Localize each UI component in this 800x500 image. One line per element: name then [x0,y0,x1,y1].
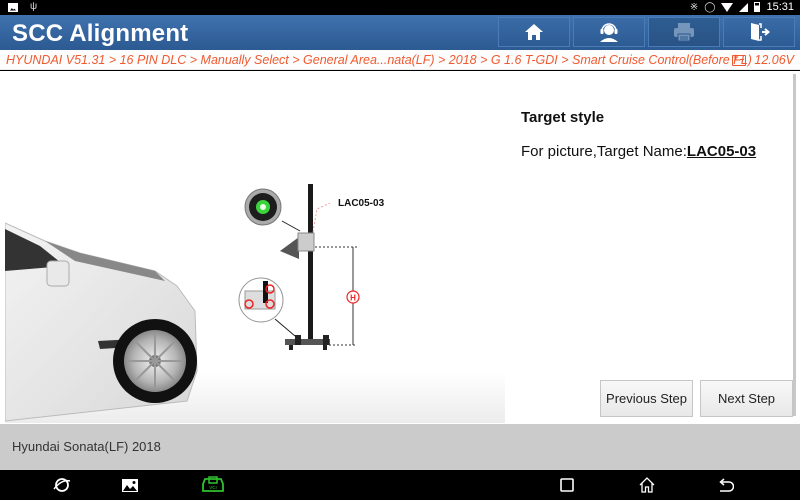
breadcrumb: HYUNDAI V51.31 > 16 PIN DLC > Manually S… [6,53,752,67]
target-style-heading: Target style [521,109,605,126]
print-button[interactable] [648,17,720,47]
vehicle-info: Hyundai Sonata(LF) 2018 [12,439,161,454]
target-name-prefix: For picture,Target Name: [521,143,687,160]
scrollbar[interactable] [793,74,796,416]
home-nav-icon[interactable] [637,476,657,494]
bluetooth-icon: ※ [689,1,699,13]
navigation-bar: VCI [0,470,800,500]
previous-step-button[interactable]: Previous Step [600,380,693,417]
alignment-illustration: H LAC05-03 [4,71,505,423]
support-button[interactable] [573,17,645,47]
vibrate-icon: ◯ [704,1,716,13]
main-content: H LAC05-03 Target style For picture,Targ… [0,71,800,424]
height-marker-label: H [350,294,356,303]
breadcrumb-bar: HYUNDAI V51.31 > 16 PIN DLC > Manually S… [0,50,800,70]
headset-icon [600,23,618,42]
vehicle-info-bar: Hyundai Sonata(LF) 2018 [0,424,800,470]
next-step-button[interactable]: Next Step [700,380,793,417]
battery-voltage-icon [732,52,747,66]
clock: 15:31 [766,1,794,13]
target-name-line: For picture,Target Name:LAC05-03 [521,143,756,160]
gallery-icon[interactable] [120,476,140,494]
target-name-value: LAC05-03 [686,143,757,160]
battery-icon [754,2,761,12]
recents-icon[interactable] [557,476,577,494]
page-title: SCC Alignment [12,20,189,47]
svg-text:VCI: VCI [209,485,217,490]
status-bar: ψ ※ ◯ 15:31 [0,0,800,15]
exit-door-icon [751,23,770,41]
vci-icon[interactable]: VCI [201,476,225,494]
target-figure-label: LAC05-03 [338,198,385,209]
printer-icon [674,23,694,42]
image-notification-icon [8,2,18,12]
back-icon[interactable] [716,476,736,494]
usb-icon: ψ [30,1,38,12]
voltage-readout: 12.06V [754,53,794,67]
browser-icon[interactable] [52,476,72,494]
signal-icon [739,2,749,12]
title-bar: SCC Alignment [0,15,800,50]
home-icon [525,24,543,40]
exit-button[interactable] [723,17,795,47]
home-button[interactable] [498,17,570,47]
wifi-icon [721,2,734,12]
